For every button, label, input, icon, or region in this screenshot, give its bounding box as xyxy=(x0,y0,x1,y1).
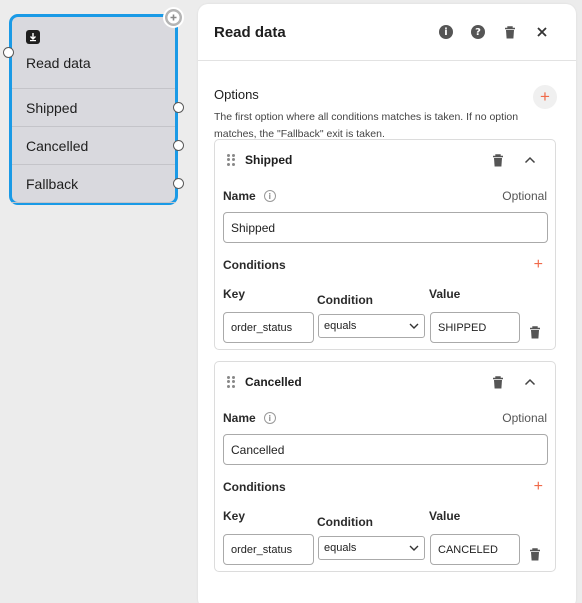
properties-panel: Read data i ? Options + The first option… xyxy=(198,4,576,603)
close-icon xyxy=(537,27,547,37)
condition-value-input[interactable] xyxy=(430,312,520,343)
chevron-down-icon xyxy=(409,323,419,329)
optional-label: Optional xyxy=(502,411,547,425)
node-exit-cancelled[interactable]: Cancelled xyxy=(12,127,184,165)
key-column-label: Key xyxy=(223,287,246,301)
help-button[interactable]: ? xyxy=(470,24,486,40)
info-button[interactable]: i xyxy=(438,24,454,40)
node-exit-shipped[interactable]: Shipped xyxy=(12,89,184,127)
option-title: Cancelled xyxy=(245,375,302,389)
exit-label: Cancelled xyxy=(26,137,89,154)
condition-key-input[interactable] xyxy=(223,312,314,343)
option-card-shipped: Shipped Namei Optional Conditions + Key … xyxy=(214,139,556,350)
condition-value-input[interactable] xyxy=(430,534,520,565)
add-condition-button[interactable]: + xyxy=(534,478,543,496)
delete-node-button[interactable] xyxy=(502,24,518,40)
collapse-button[interactable] xyxy=(523,375,537,389)
trash-icon xyxy=(530,326,540,339)
option-card-cancelled: Cancelled Namei Optional Conditions + Ke… xyxy=(214,361,556,572)
drag-handle-icon[interactable] xyxy=(227,376,235,388)
close-button[interactable] xyxy=(534,24,550,40)
trash-icon xyxy=(493,153,503,166)
exit-port[interactable] xyxy=(173,177,184,189)
node-header: Read data xyxy=(12,17,175,89)
chevron-down-icon xyxy=(409,545,419,551)
trash-icon xyxy=(493,375,503,388)
plus-icon: + xyxy=(540,87,550,106)
value-column-label: Value xyxy=(429,509,461,523)
condition-operator-select[interactable]: equals xyxy=(318,536,425,560)
option-title: Shipped xyxy=(245,153,293,167)
exit-port[interactable] xyxy=(173,101,184,113)
delete-option-button[interactable] xyxy=(491,153,505,167)
panel-title: Read data xyxy=(214,23,286,41)
conditions-label: Conditions xyxy=(223,258,286,272)
plus-circle-icon xyxy=(167,11,180,24)
exit-label: Shipped xyxy=(26,99,78,116)
node-exit-fallback[interactable]: Fallback xyxy=(12,165,184,203)
delete-condition-button[interactable] xyxy=(529,548,543,562)
panel-header: Read data i ? xyxy=(198,4,576,61)
conditions-label: Conditions xyxy=(223,480,286,494)
info-icon: i xyxy=(439,25,453,39)
name-label: Name i xyxy=(223,411,276,425)
condition-column-label: Condition xyxy=(317,293,373,307)
drag-handle-icon[interactable] xyxy=(227,154,235,166)
exit-port[interactable] xyxy=(173,139,184,151)
collapse-button[interactable] xyxy=(523,153,537,167)
input-port[interactable] xyxy=(3,47,14,58)
options-description: The first option where all conditions ma… xyxy=(214,111,519,140)
value-column-label: Value xyxy=(429,287,461,301)
select-value: equals xyxy=(324,320,357,332)
option-name-input[interactable] xyxy=(223,212,548,243)
add-condition-button[interactable]: + xyxy=(534,256,543,274)
delete-condition-button[interactable] xyxy=(529,326,543,340)
trash-icon xyxy=(505,25,515,38)
option-name-input[interactable] xyxy=(223,434,548,465)
trash-icon xyxy=(530,548,540,561)
help-icon: ? xyxy=(471,25,485,39)
condition-operator-select[interactable]: equals xyxy=(318,314,425,338)
info-icon: i xyxy=(263,412,276,424)
optional-label: Optional xyxy=(502,189,547,203)
add-option-button[interactable]: + xyxy=(533,85,557,109)
exit-label: Fallback xyxy=(26,175,79,192)
add-node-button[interactable] xyxy=(163,7,184,28)
name-label: Name i xyxy=(223,189,276,203)
delete-option-button[interactable] xyxy=(491,375,505,389)
node-title: Read data xyxy=(26,55,91,71)
chevron-up-icon xyxy=(524,156,536,164)
condition-key-input[interactable] xyxy=(223,534,314,565)
options-label: Options xyxy=(214,86,259,102)
options-section: Options + The first option where all con… xyxy=(198,79,576,143)
key-column-label: Key xyxy=(223,509,246,523)
download-icon xyxy=(26,30,40,44)
read-data-node[interactable]: Read data Shipped Cancelled Fallback xyxy=(3,14,184,205)
condition-column-label: Condition xyxy=(317,515,373,529)
select-value: equals xyxy=(324,542,357,554)
info-icon: i xyxy=(263,190,276,202)
chevron-up-icon xyxy=(524,378,536,386)
